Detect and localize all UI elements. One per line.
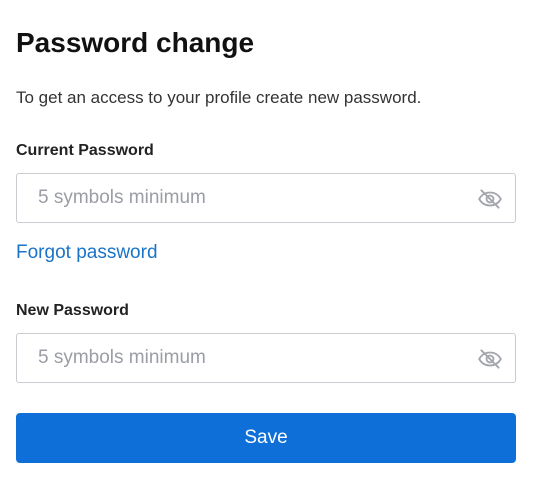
- forgot-password-link[interactable]: Forgot password: [16, 241, 158, 265]
- current-password-label: Current Password: [16, 142, 154, 159]
- new-password-input[interactable]: [17, 334, 457, 382]
- current-password-field-container: [16, 173, 516, 223]
- current-password-input[interactable]: [17, 174, 457, 222]
- new-password-field-container: [16, 333, 516, 383]
- eye-off-icon[interactable]: [477, 346, 503, 372]
- page-subtitle: To get an access to your profile create …: [16, 88, 422, 107]
- save-button[interactable]: Save: [16, 413, 516, 463]
- page-title: Password change: [16, 27, 255, 58]
- new-password-label: New Password: [16, 302, 129, 319]
- eye-off-icon[interactable]: [477, 186, 503, 212]
